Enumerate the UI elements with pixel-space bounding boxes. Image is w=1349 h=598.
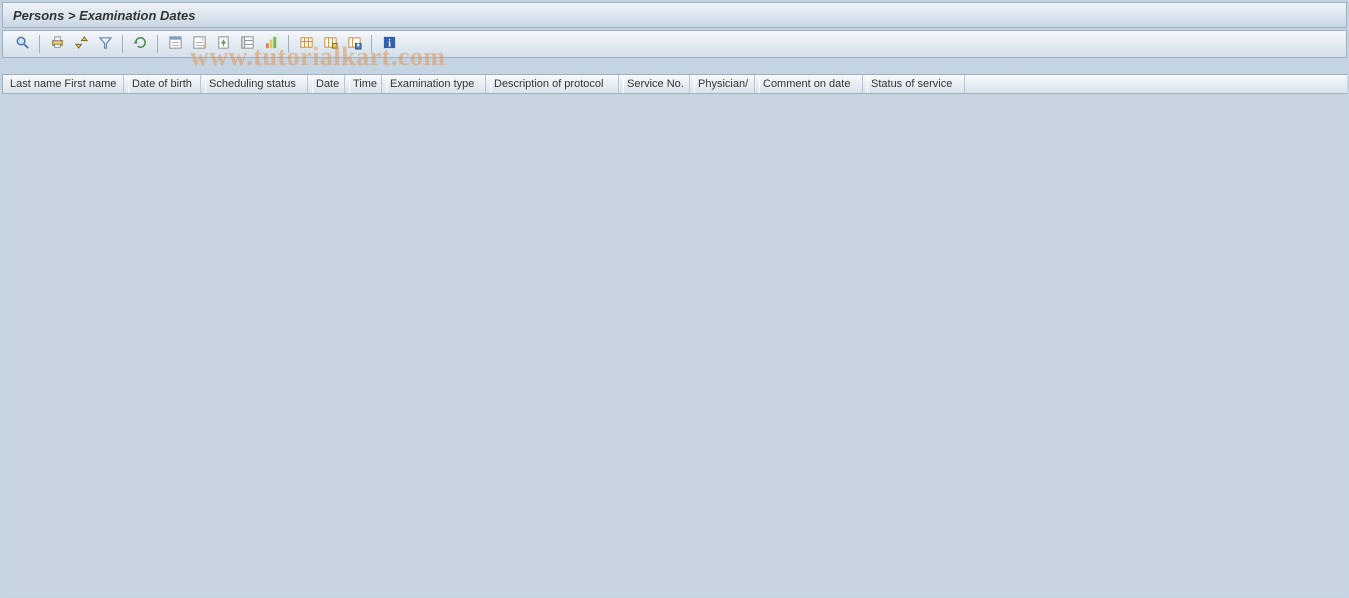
layout-save-icon	[347, 35, 362, 53]
refresh-button[interactable]	[129, 33, 151, 55]
export-word-button[interactable]	[188, 33, 210, 55]
column-header[interactable]: Status of service	[863, 75, 965, 93]
word-icon	[192, 35, 207, 53]
separator	[288, 35, 289, 53]
graphic-button[interactable]	[260, 33, 282, 55]
print-button[interactable]	[46, 33, 68, 55]
toolbar: i	[2, 30, 1347, 58]
layout-select-button[interactable]	[319, 33, 341, 55]
layout-save-button[interactable]	[343, 33, 365, 55]
column-header[interactable]: Service No.	[619, 75, 690, 93]
excel-icon	[168, 35, 183, 53]
column-header[interactable]: Date	[308, 75, 345, 93]
abc-button[interactable]	[236, 33, 258, 55]
export-local-icon	[216, 35, 231, 53]
column-header[interactable]: Date of birth	[124, 75, 201, 93]
column-header-label: Description of protocol	[490, 75, 603, 93]
export-local-button[interactable]	[212, 33, 234, 55]
column-header-label: Comment on date	[759, 75, 850, 93]
column-header[interactable]: Comment on date	[755, 75, 863, 93]
column-header[interactable]: Physician/	[690, 75, 755, 93]
print-icon	[50, 35, 65, 53]
column-header-label: Date of birth	[128, 75, 192, 93]
filter-button[interactable]	[94, 33, 116, 55]
details-button[interactable]	[11, 33, 33, 55]
abc-icon	[240, 35, 255, 53]
sort-button[interactable]	[70, 33, 92, 55]
column-header-label: Status of service	[867, 75, 952, 93]
column-header-label: Service No.	[623, 75, 684, 93]
layout-select-icon	[323, 35, 338, 53]
chart-icon	[264, 35, 279, 53]
column-header-label: Scheduling status	[205, 75, 296, 93]
column-header-label: Time	[349, 75, 377, 93]
column-header-label: Physician/	[694, 75, 748, 93]
info-icon: i	[382, 35, 397, 53]
column-header[interactable]: Last name First name	[2, 75, 124, 93]
column-header-label: Last name First name	[10, 75, 116, 93]
table-content-area	[2, 94, 1347, 596]
title-bar: Persons > Examination Dates	[2, 2, 1347, 28]
export-excel-button[interactable]	[164, 33, 186, 55]
refresh-icon	[133, 35, 148, 53]
filter-icon	[98, 35, 113, 53]
page-title: Persons > Examination Dates	[13, 8, 195, 23]
column-header-label: Examination type	[386, 75, 474, 93]
separator	[157, 35, 158, 53]
column-header[interactable]: Examination type	[382, 75, 486, 93]
table-header-row: Last name First name Date of birth Schedul…	[2, 74, 1347, 94]
info-button[interactable]: i	[378, 33, 400, 55]
magnifier-icon	[15, 35, 30, 53]
svg-text:i: i	[388, 38, 391, 49]
column-header[interactable]: Scheduling status	[201, 75, 308, 93]
separator	[371, 35, 372, 53]
separator	[122, 35, 123, 53]
sort-icon	[74, 35, 89, 53]
layout-change-button[interactable]	[295, 33, 317, 55]
spacer	[0, 60, 1349, 74]
layout-change-icon	[299, 35, 314, 53]
separator	[39, 35, 40, 53]
column-header[interactable]: Time	[345, 75, 382, 93]
column-header[interactable]: Description of protocol	[486, 75, 619, 93]
column-header-label: Date	[312, 75, 339, 93]
